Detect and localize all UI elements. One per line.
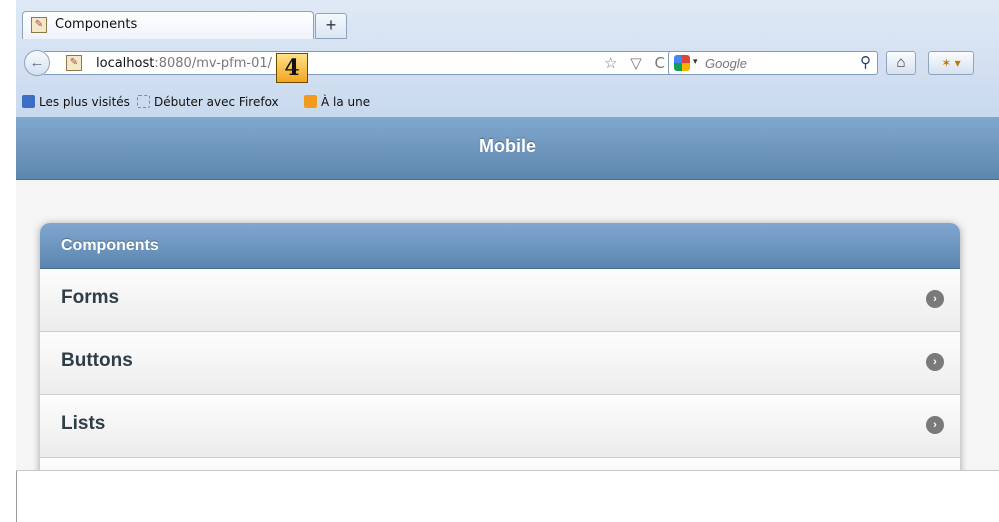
site-favicon-icon: ✎ xyxy=(66,55,82,71)
bookmarks-toolbar: Les plus visités Débuter avec Firefox À … xyxy=(16,91,999,115)
search-icon[interactable]: ⚲ xyxy=(860,53,871,71)
tab-strip: ✎ Components + xyxy=(16,0,999,42)
mobile-header: Mobile xyxy=(16,117,999,180)
tab-components[interactable]: ✎ Components xyxy=(22,11,314,39)
list-item-label: Forms xyxy=(61,287,120,308)
search-bar[interactable]: ▾ Google ⚲ xyxy=(668,51,878,75)
url-bar[interactable]: ✎ localhost:8080/mv-pfm-01/ ☆ ▽ C xyxy=(44,51,678,75)
list-item-label: Lists xyxy=(61,413,106,434)
list-item-partial[interactable] xyxy=(40,458,960,470)
list-item-lists[interactable]: Lists › xyxy=(40,395,960,458)
list-divider-components: Components xyxy=(40,223,960,269)
blank-page-icon xyxy=(137,95,150,108)
components-list: Components Forms › Buttons › Lists › xyxy=(40,223,960,470)
bookmark-latest-headlines[interactable]: À la une xyxy=(304,95,370,109)
most-visited-icon xyxy=(22,95,35,108)
back-button[interactable]: ← xyxy=(24,50,50,76)
browser-chrome: ✎ Components + ✎ localhost:8080/mv-pfm-0… xyxy=(16,0,999,118)
home-button[interactable]: ⌂ xyxy=(886,51,916,75)
engine-dropdown-icon[interactable]: ▾ xyxy=(693,56,698,67)
bookmark-most-visited[interactable]: Les plus visités xyxy=(22,95,130,109)
list-item-forms[interactable]: Forms › xyxy=(40,269,960,332)
search-input[interactable]: Google xyxy=(705,56,747,71)
tab-title: Components xyxy=(55,17,138,32)
bookmark-getting-started[interactable]: Débuter avec Firefox xyxy=(137,95,279,109)
rss-feed-icon xyxy=(304,95,317,108)
browser-window: ✎ Components + ✎ localhost:8080/mv-pfm-0… xyxy=(16,0,999,470)
arrow-right-icon: › xyxy=(926,290,944,308)
addon-button[interactable]: ✶ ▾ xyxy=(928,51,974,75)
page-favicon-icon: ✎ xyxy=(31,17,47,33)
list-item-buttons[interactable]: Buttons › xyxy=(40,332,960,395)
google-logo-icon[interactable] xyxy=(674,55,690,71)
url-text: localhost:8080/mv-pfm-01/ xyxy=(96,56,273,71)
bottom-border xyxy=(16,470,999,471)
step-number-badge: 4 xyxy=(276,53,308,83)
bookmark-star-dropdown-reload-icons[interactable]: ☆ ▽ C xyxy=(604,54,669,72)
list-item-label: Buttons xyxy=(61,350,133,371)
new-tab-button[interactable]: + xyxy=(315,13,347,39)
arrow-right-icon: › xyxy=(926,416,944,434)
arrow-right-icon: › xyxy=(926,353,944,371)
